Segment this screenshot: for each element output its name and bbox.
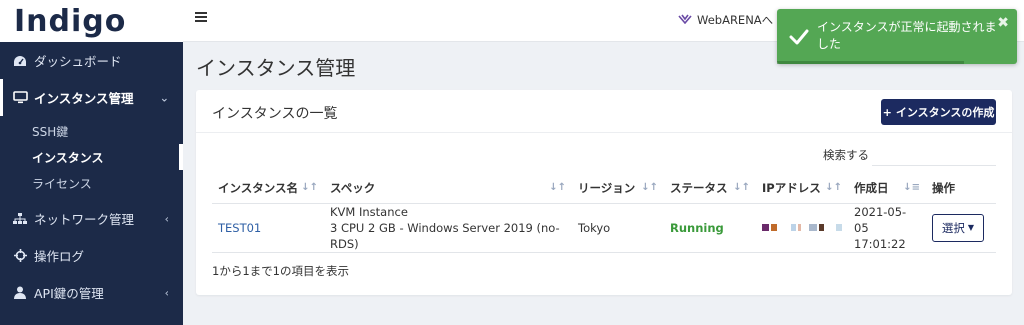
sidebar-subitem-ssh-key[interactable]: SSH鍵: [0, 118, 183, 144]
sidebar-item-label: インスタンス管理: [34, 91, 134, 106]
select-action-label: 選択: [941, 220, 965, 235]
webarena-label: WebARENAへ: [697, 13, 774, 27]
table-header-row: インスタンス名 ↓↑ スペック ↓↑ リージョン ↓↑ ステータス ↓↑ IPアドレス ↓…: [212, 173, 996, 204]
spec-line-2: 3 CPU 2 GB - Windows Server 2019 (no-RDS…: [330, 220, 560, 251]
sidebar-menu-lower: ネットワーク管理 ‹ 操作ログ API鍵の管理 ‹: [0, 200, 183, 311]
instance-created: 2021-05-05 17:01:22: [848, 203, 926, 253]
dashboard-icon: [12, 53, 28, 69]
instance-ip-redacted: [756, 203, 848, 253]
toast-progress-bar: [777, 61, 965, 64]
instance-spec: KVM Instance 3 CPU 2 GB - Windows Server…: [324, 203, 572, 253]
caret-down-icon: ▼: [967, 223, 975, 232]
created-time: 17:01:22: [854, 236, 906, 251]
page-title: インスタンス管理: [196, 56, 356, 80]
sidebar: Indigo ダッシュボード インスタンス管理 ⌄ SSH鍵 インスタンス ライ…: [0, 0, 183, 325]
created-date: 2021-05-05: [854, 204, 907, 235]
card-header: インスタンスの一覧 + インスタンスの作成: [196, 90, 1012, 133]
sort-icon: ↓↑: [641, 182, 658, 193]
column-header-status[interactable]: ステータス ↓↑: [664, 173, 756, 204]
crosshair-icon: [12, 248, 28, 264]
sidebar-item-label: ダッシュボード: [34, 54, 122, 69]
search-input[interactable]: [872, 142, 996, 166]
chevron-left-icon: ‹: [164, 212, 169, 225]
spec-line-1: KVM Instance: [330, 204, 408, 219]
sort-desc-icon: ↓≡: [903, 182, 920, 193]
column-header-action: 操作: [926, 173, 996, 204]
success-toast: インスタンスが正常に起動されました ✖: [777, 9, 1017, 64]
sort-icon: ↓↑: [301, 182, 318, 193]
user-icon: [12, 285, 28, 301]
instance-list-card: インスタンスの一覧 + インスタンスの作成 検索する インスタンス名 ↓↑ スペッ…: [196, 90, 1012, 295]
search-label: 検索する: [823, 148, 869, 162]
instance-action-cell: 選択 ▼: [926, 203, 996, 253]
redacted-ip-image: [762, 224, 842, 231]
checkmark-icon: [789, 27, 809, 47]
column-header-name[interactable]: インスタンス名 ↓↑: [212, 173, 324, 204]
column-header-created[interactable]: 作成日 ↓≡: [848, 173, 926, 204]
instance-region: Tokyo: [572, 203, 664, 253]
sidebar-item-label: ネットワーク管理: [34, 212, 135, 227]
search-row: 検索する: [196, 142, 1012, 166]
instance-table: インスタンス名 ↓↑ スペック ↓↑ リージョン ↓↑ ステータス ↓↑ IPアドレス ↓…: [212, 173, 996, 253]
sort-icon: ↓↑: [733, 182, 750, 193]
logo-area: Indigo: [0, 0, 183, 42]
close-icon[interactable]: ✖: [997, 15, 1009, 31]
sort-icon: ↓↑: [549, 182, 566, 193]
plus-icon: +: [882, 105, 892, 119]
create-instance-button[interactable]: + インスタンスの作成: [881, 99, 996, 125]
table-row: TEST01 KVM Instance 3 CPU 2 GB - Windows…: [212, 203, 996, 253]
table-info: 1から1まで1の項目を表示: [212, 264, 349, 278]
instance-submenu: SSH鍵 インスタンス ライセンス: [0, 116, 183, 200]
sidebar-subitem-license[interactable]: ライセンス: [0, 170, 183, 196]
webarena-logo-icon: [678, 13, 692, 27]
chevron-left-icon: ‹: [164, 286, 169, 299]
sidebar-item-operation-log[interactable]: 操作ログ: [0, 237, 183, 274]
sidebar-item-label: 操作ログ: [34, 249, 85, 264]
monitor-icon: [12, 90, 28, 106]
logo[interactable]: Indigo: [14, 4, 126, 39]
card-title: インスタンスの一覧: [212, 106, 338, 122]
webarena-link[interactable]: WebARENAへ: [678, 12, 773, 28]
sort-icon: ↓↑: [825, 182, 842, 193]
status-badge: Running: [664, 203, 756, 253]
sidebar-item-instance-management[interactable]: インスタンス管理 ⌄: [0, 79, 183, 116]
column-header-ip[interactable]: IPアドレス ↓↑: [756, 173, 848, 204]
chevron-down-icon: ⌄: [159, 91, 169, 104]
column-header-spec[interactable]: スペック ↓↑: [324, 173, 572, 204]
hamburger-menu-icon[interactable]: [195, 12, 207, 24]
sidebar-menu: ダッシュボード インスタンス管理 ⌄: [0, 42, 183, 116]
select-action-button[interactable]: 選択 ▼: [932, 213, 984, 242]
sidebar-item-dashboard[interactable]: ダッシュボード: [0, 42, 183, 79]
sidebar-item-network[interactable]: ネットワーク管理 ‹: [0, 200, 183, 237]
sidebar-item-label: API鍵の管理: [34, 286, 104, 301]
sidebar-subitem-instance[interactable]: インスタンス: [0, 144, 183, 170]
create-instance-label: インスタンスの作成: [895, 106, 995, 119]
column-header-region[interactable]: リージョン ↓↑: [572, 173, 664, 204]
instance-name-link[interactable]: TEST01: [212, 203, 324, 253]
toast-message: インスタンスが正常に起動されました: [817, 20, 997, 51]
network-icon: [12, 211, 28, 227]
sidebar-item-api-keys[interactable]: API鍵の管理 ‹: [0, 274, 183, 311]
